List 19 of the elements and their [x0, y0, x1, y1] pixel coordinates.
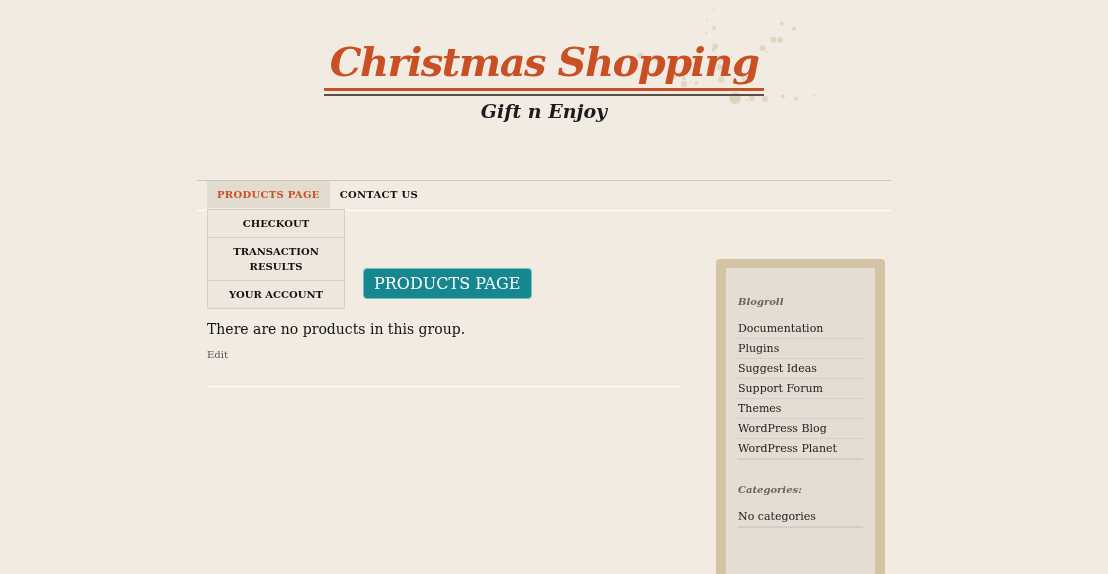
- dropdown-menu-item[interactable]: TRANSACTION RESULTS: [207, 237, 345, 281]
- sidebar-link[interactable]: Plugins: [738, 339, 863, 359]
- edit-link[interactable]: Edit: [207, 349, 228, 360]
- products-page-button[interactable]: PRODUCTS PAGE: [363, 268, 532, 299]
- site-tagline: Gift n Enjoy: [480, 100, 608, 122]
- sidebar-link[interactable]: WordPress Blog: [738, 419, 863, 439]
- dropdown-menu-item[interactable]: CHECKOUT: [207, 209, 345, 238]
- site-title[interactable]: Christmas Shopping: [329, 32, 759, 92]
- sidebar-link[interactable]: Suggest Ideas: [738, 359, 863, 379]
- empty-group-message: There are no products in this group.: [207, 321, 466, 337]
- dropdown-menu-item[interactable]: YOUR ACCOUNT: [207, 280, 345, 309]
- sidebar-link[interactable]: WordPress Planet: [738, 439, 863, 459]
- sidebar-link[interactable]: No categories: [738, 507, 863, 527]
- widget-title: Blogroll: [738, 296, 785, 307]
- widget-title: Categories:: [738, 484, 803, 495]
- sidebar-link[interactable]: Support Forum: [738, 379, 863, 399]
- nav-menu-item[interactable]: CONTACT US: [329, 181, 428, 208]
- sidebar-link[interactable]: Themes: [738, 399, 863, 419]
- sidebar-link[interactable]: Documentation: [738, 319, 863, 339]
